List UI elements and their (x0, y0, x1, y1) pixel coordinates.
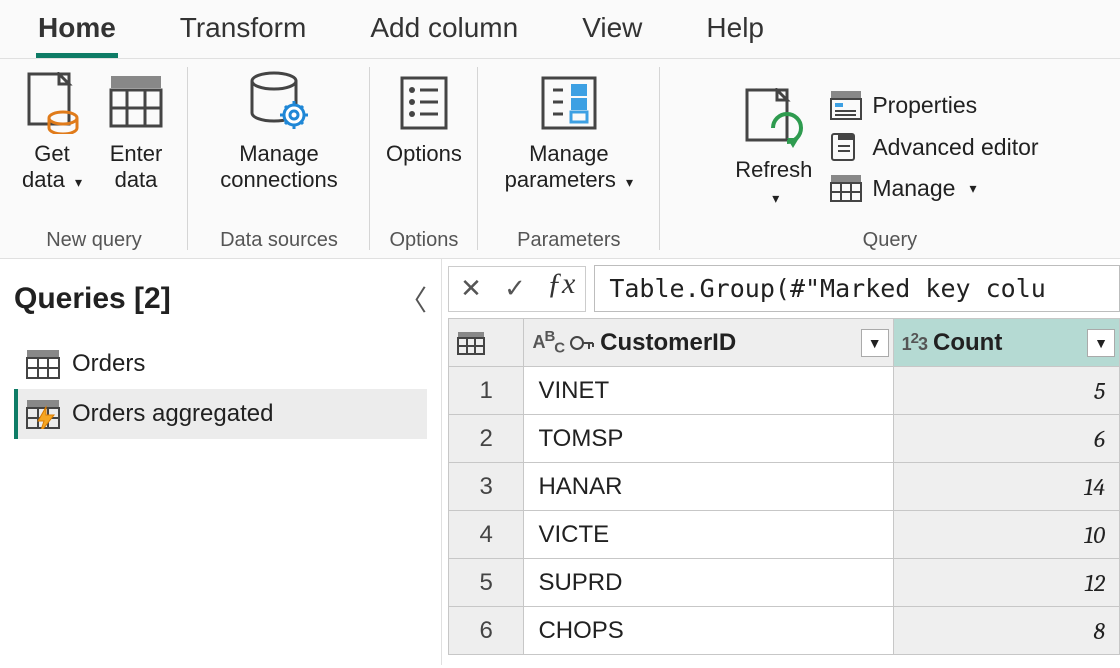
advanced-editor-label: Advanced editor (872, 134, 1038, 161)
group-label-data-sources: Data sources (220, 225, 338, 254)
cell-count[interactable]: 5 (893, 367, 1119, 415)
manage-parameters-label: Manage parameters ▾ (505, 141, 633, 194)
query-item-label: Orders aggregated (72, 400, 273, 428)
formula-bar: ✕ ✓ ƒx Table.Group(#"Marked key colu (448, 265, 1120, 312)
cell-customerid[interactable]: VICTE (524, 511, 893, 559)
column-filter-button[interactable]: ▼ (861, 329, 889, 357)
tab-add-column[interactable]: Add column (368, 12, 520, 58)
chevron-down-icon: ▾ (772, 190, 779, 207)
properties-button[interactable]: Properties (824, 88, 1044, 122)
get-data-label: Get data ▾ (22, 141, 82, 194)
chevron-down-icon: ▾ (969, 180, 976, 197)
queries-title: Queries [2] (14, 282, 171, 316)
formula-input[interactable]: Table.Group(#"Marked key colu (594, 265, 1120, 312)
group-label-query: Query (863, 225, 917, 254)
ribbon-group-parameters: Manage parameters ▾ Parameters (478, 59, 660, 258)
column-name: CustomerID (600, 329, 736, 357)
query-item-label: Orders (72, 350, 145, 378)
cell-count[interactable]: 8 (893, 607, 1119, 655)
properties-icon (830, 90, 862, 120)
advanced-editor-icon (830, 132, 862, 162)
tab-view[interactable]: View (580, 12, 644, 58)
tab-help[interactable]: Help (704, 12, 766, 58)
cell-customerid[interactable]: HANAR (524, 463, 893, 511)
column-name: Count (933, 329, 1002, 357)
enter-data-icon (109, 71, 163, 135)
key-icon (570, 332, 594, 354)
table-row[interactable]: 5SUPRD12 (449, 559, 1120, 607)
refresh-icon (743, 87, 805, 151)
queries-pane: Queries [2] 〈 Orders Orders aggregated (0, 259, 442, 665)
collapse-icon[interactable]: 〈 (399, 279, 427, 319)
group-label-parameters: Parameters (517, 225, 620, 254)
row-number: 5 (449, 559, 524, 607)
cell-customerid[interactable]: VINET (524, 367, 893, 415)
row-number: 3 (449, 463, 524, 511)
column-header-count[interactable]: 123 Count ▼ (893, 319, 1119, 367)
manage-button[interactable]: Manage ▾ (824, 172, 1044, 204)
options-icon (400, 71, 448, 135)
ribbon: Get data ▾ Enter data New query Manage c… (0, 59, 1120, 259)
fx-icon: ƒx (537, 267, 585, 311)
chevron-down-icon: ▾ (626, 174, 633, 191)
table-row[interactable]: 6CHOPS8 (449, 607, 1120, 655)
text-type-icon: ABC (532, 328, 564, 357)
group-label-options: Options (389, 225, 458, 254)
refresh-label: Refresh▾ (735, 157, 812, 210)
ribbon-tabs: Home Transform Add column View Help (0, 0, 1120, 59)
ribbon-group-new-query: Get data ▾ Enter data New query (0, 59, 188, 258)
manage-parameters-button[interactable]: Manage parameters ▾ (494, 67, 644, 194)
options-button[interactable]: Options (386, 67, 462, 167)
group-label-new-query: New query (46, 225, 142, 254)
table-bolt-icon (26, 399, 60, 429)
cell-customerid[interactable]: TOMSP (524, 415, 893, 463)
column-filter-button[interactable]: ▼ (1087, 329, 1115, 357)
properties-label: Properties (872, 92, 977, 119)
query-item-orders-aggregated[interactable]: Orders aggregated (14, 389, 427, 439)
table-row[interactable]: 3HANAR14 (449, 463, 1120, 511)
commit-formula-button[interactable]: ✓ (493, 267, 537, 311)
table-corner[interactable] (449, 319, 524, 367)
cell-count[interactable]: 14 (893, 463, 1119, 511)
chevron-down-icon: ▾ (75, 174, 82, 191)
tab-home[interactable]: Home (36, 12, 118, 58)
table-icon (830, 174, 862, 202)
cell-count[interactable]: 12 (893, 559, 1119, 607)
row-number: 1 (449, 367, 524, 415)
advanced-editor-button[interactable]: Advanced editor (824, 130, 1044, 164)
manage-connections-button[interactable]: Manage connections (204, 67, 354, 194)
manage-connections-label: Manage connections (220, 141, 337, 194)
cell-count[interactable]: 10 (893, 511, 1119, 559)
get-data-icon (25, 71, 79, 135)
enter-data-label: Enter data (110, 141, 163, 194)
content-pane: ✕ ✓ ƒx Table.Group(#"Marked key colu ABC… (442, 259, 1120, 665)
tab-transform[interactable]: Transform (178, 12, 309, 58)
table-row[interactable]: 4VICTE10 (449, 511, 1120, 559)
cell-count[interactable]: 6 (893, 415, 1119, 463)
options-label: Options (386, 141, 462, 167)
number-type-icon: 123 (902, 330, 927, 355)
data-grid: ABC CustomerID ▼ 123 Count ▼ (448, 318, 1120, 655)
cancel-formula-button[interactable]: ✕ (449, 267, 493, 311)
parameters-icon (541, 71, 597, 135)
query-item-orders[interactable]: Orders (14, 339, 427, 389)
cell-customerid[interactable]: CHOPS (524, 607, 893, 655)
get-data-button[interactable]: Get data ▾ (16, 67, 88, 194)
row-number: 6 (449, 607, 524, 655)
table-row[interactable]: 2TOMSP6 (449, 415, 1120, 463)
enter-data-button[interactable]: Enter data (100, 67, 172, 194)
table-icon (26, 349, 60, 379)
row-number: 4 (449, 511, 524, 559)
manage-label: Manage (872, 175, 955, 202)
row-number: 2 (449, 415, 524, 463)
ribbon-group-data-sources: Manage connections Data sources (188, 59, 370, 258)
main-area: Queries [2] 〈 Orders Orders aggregated ✕… (0, 259, 1120, 665)
ribbon-group-options: Options Options (370, 59, 478, 258)
refresh-button[interactable]: Refresh▾ (735, 83, 812, 210)
ribbon-group-query: Refresh▾ Properties Advanced editor (660, 59, 1120, 258)
column-header-customerid[interactable]: ABC CustomerID ▼ (524, 319, 893, 367)
table-row[interactable]: 1VINET5 (449, 367, 1120, 415)
database-gear-icon (244, 71, 314, 135)
cell-customerid[interactable]: SUPRD (524, 559, 893, 607)
